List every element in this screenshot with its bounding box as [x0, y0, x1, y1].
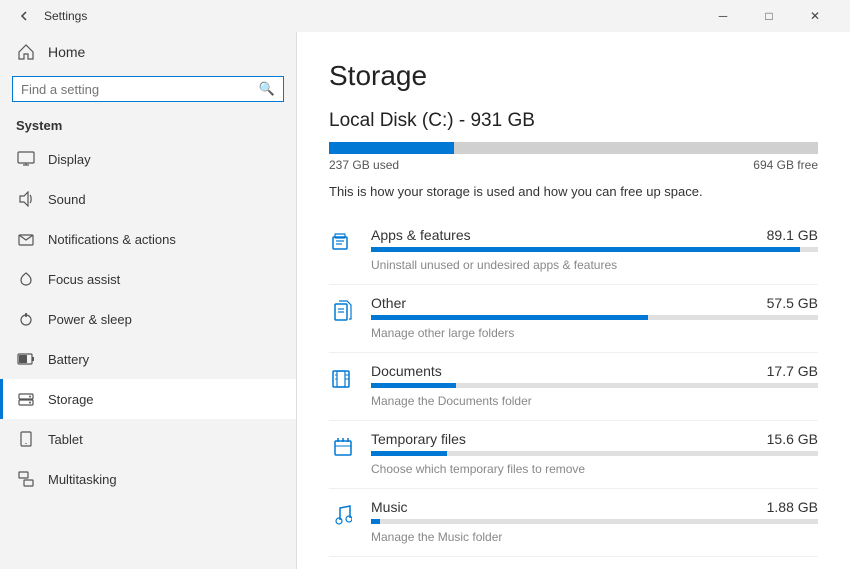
focus-icon — [16, 269, 36, 289]
music-size: 1.88 GB — [767, 499, 818, 515]
storage-item-apps[interactable]: Apps & features 89.1 GB Uninstall unused… — [329, 217, 818, 285]
page-title: Storage — [329, 60, 818, 92]
documents-header: Documents 17.7 GB — [371, 363, 818, 379]
other-content: Other 57.5 GB Manage other large folders — [371, 295, 818, 342]
sound-label: Sound — [48, 192, 86, 207]
content-area: Storage Local Disk (C:) - 931 GB 237 GB … — [296, 32, 850, 569]
disk-title: Local Disk (C:) - 931 GB — [329, 110, 818, 132]
music-header: Music 1.88 GB — [371, 499, 818, 515]
multitasking-icon — [16, 469, 36, 489]
close-button[interactable]: ✕ — [792, 0, 838, 32]
temp-size: 15.6 GB — [767, 431, 818, 447]
tablet-icon — [16, 429, 36, 449]
apps-content: Apps & features 89.1 GB Uninstall unused… — [371, 227, 818, 274]
apps-bar-fill — [371, 247, 800, 252]
notifications-icon — [16, 229, 36, 249]
apps-bar — [371, 247, 818, 252]
sidebar-item-notifications[interactable]: Notifications & actions — [0, 219, 296, 259]
documents-bar — [371, 383, 818, 388]
documents-desc: Manage the Documents folder — [371, 394, 532, 408]
temp-content: Temporary files 15.6 GB Choose which tem… — [371, 431, 818, 478]
home-label: Home — [48, 44, 85, 60]
sidebar-item-focus[interactable]: Focus assist — [0, 259, 296, 299]
other-header: Other 57.5 GB — [371, 295, 818, 311]
music-content: Music 1.88 GB Manage the Music folder — [371, 499, 818, 546]
display-label: Display — [48, 152, 91, 167]
window-controls: ─ □ ✕ — [700, 0, 838, 32]
sidebar-item-display[interactable]: Display — [0, 139, 296, 179]
storage-description: This is how your storage is used and how… — [329, 184, 818, 199]
sidebar-item-storage[interactable]: Storage — [0, 379, 296, 419]
sidebar: Home 🔍 System Display Sound Notific — [0, 32, 296, 569]
battery-icon — [16, 349, 36, 369]
temp-bar — [371, 451, 818, 456]
display-icon — [16, 149, 36, 169]
other-icon — [329, 297, 357, 325]
free-label: 694 GB free — [753, 158, 818, 172]
storage-bar — [329, 142, 818, 154]
sidebar-item-tablet[interactable]: Tablet — [0, 419, 296, 459]
temp-icon — [329, 433, 357, 461]
documents-content: Documents 17.7 GB Manage the Documents f… — [371, 363, 818, 410]
other-desc: Manage other large folders — [371, 326, 514, 340]
music-icon — [329, 501, 357, 529]
storage-items-list: Apps & features 89.1 GB Uninstall unused… — [329, 217, 818, 557]
apps-size: 89.1 GB — [767, 227, 818, 243]
power-icon — [16, 309, 36, 329]
apps-icon — [329, 229, 357, 257]
multitasking-label: Multitasking — [48, 472, 117, 487]
sidebar-item-battery[interactable]: Battery — [0, 339, 296, 379]
titlebar-title: Settings — [44, 9, 700, 23]
tablet-label: Tablet — [48, 432, 83, 447]
power-label: Power & sleep — [48, 312, 132, 327]
music-bar-fill — [371, 519, 380, 524]
sound-icon — [16, 189, 36, 209]
search-box[interactable]: 🔍 — [12, 76, 284, 102]
app-body: Home 🔍 System Display Sound Notific — [0, 32, 850, 569]
focus-label: Focus assist — [48, 272, 120, 287]
minimize-button[interactable]: ─ — [700, 0, 746, 32]
storage-bar-used — [329, 142, 454, 154]
temp-bar-fill — [371, 451, 447, 456]
storage-label: Storage — [48, 392, 94, 407]
storage-icon — [16, 389, 36, 409]
other-name: Other — [371, 295, 406, 311]
apps-desc: Uninstall unused or undesired apps & fea… — [371, 258, 617, 272]
sidebar-item-sound[interactable]: Sound — [0, 179, 296, 219]
temp-desc: Choose which temporary files to remove — [371, 462, 585, 476]
used-label: 237 GB used — [329, 158, 399, 172]
notifications-label: Notifications & actions — [48, 232, 176, 247]
sidebar-section-header: System — [0, 110, 296, 139]
sidebar-item-power[interactable]: Power & sleep — [0, 299, 296, 339]
maximize-button[interactable]: □ — [746, 0, 792, 32]
titlebar: Settings ─ □ ✕ — [0, 0, 850, 32]
home-icon — [16, 42, 36, 62]
apps-header: Apps & features 89.1 GB — [371, 227, 818, 243]
show-more-link[interactable]: Show more categories — [329, 557, 458, 569]
storage-item-music[interactable]: Music 1.88 GB Manage the Music folder — [329, 489, 818, 557]
sidebar-item-home[interactable]: Home — [0, 32, 296, 72]
search-icon: 🔍 — [259, 81, 275, 97]
documents-icon — [329, 365, 357, 393]
temp-name: Temporary files — [371, 431, 466, 447]
other-size: 57.5 GB — [767, 295, 818, 311]
apps-name: Apps & features — [371, 227, 471, 243]
temp-header: Temporary files 15.6 GB — [371, 431, 818, 447]
music-desc: Manage the Music folder — [371, 530, 502, 544]
search-input[interactable] — [21, 82, 253, 97]
documents-size: 17.7 GB — [767, 363, 818, 379]
battery-label: Battery — [48, 352, 89, 367]
storage-item-temp[interactable]: Temporary files 15.6 GB Choose which tem… — [329, 421, 818, 489]
back-button[interactable] — [12, 4, 36, 28]
storage-item-other[interactable]: Other 57.5 GB Manage other large folders — [329, 285, 818, 353]
documents-bar-fill — [371, 383, 456, 388]
sidebar-item-multitasking[interactable]: Multitasking — [0, 459, 296, 499]
storage-item-documents[interactable]: Documents 17.7 GB Manage the Documents f… — [329, 353, 818, 421]
other-bar-fill — [371, 315, 648, 320]
storage-bar-labels: 237 GB used 694 GB free — [329, 158, 818, 172]
music-name: Music — [371, 499, 408, 515]
other-bar — [371, 315, 818, 320]
music-bar — [371, 519, 818, 524]
documents-name: Documents — [371, 363, 442, 379]
